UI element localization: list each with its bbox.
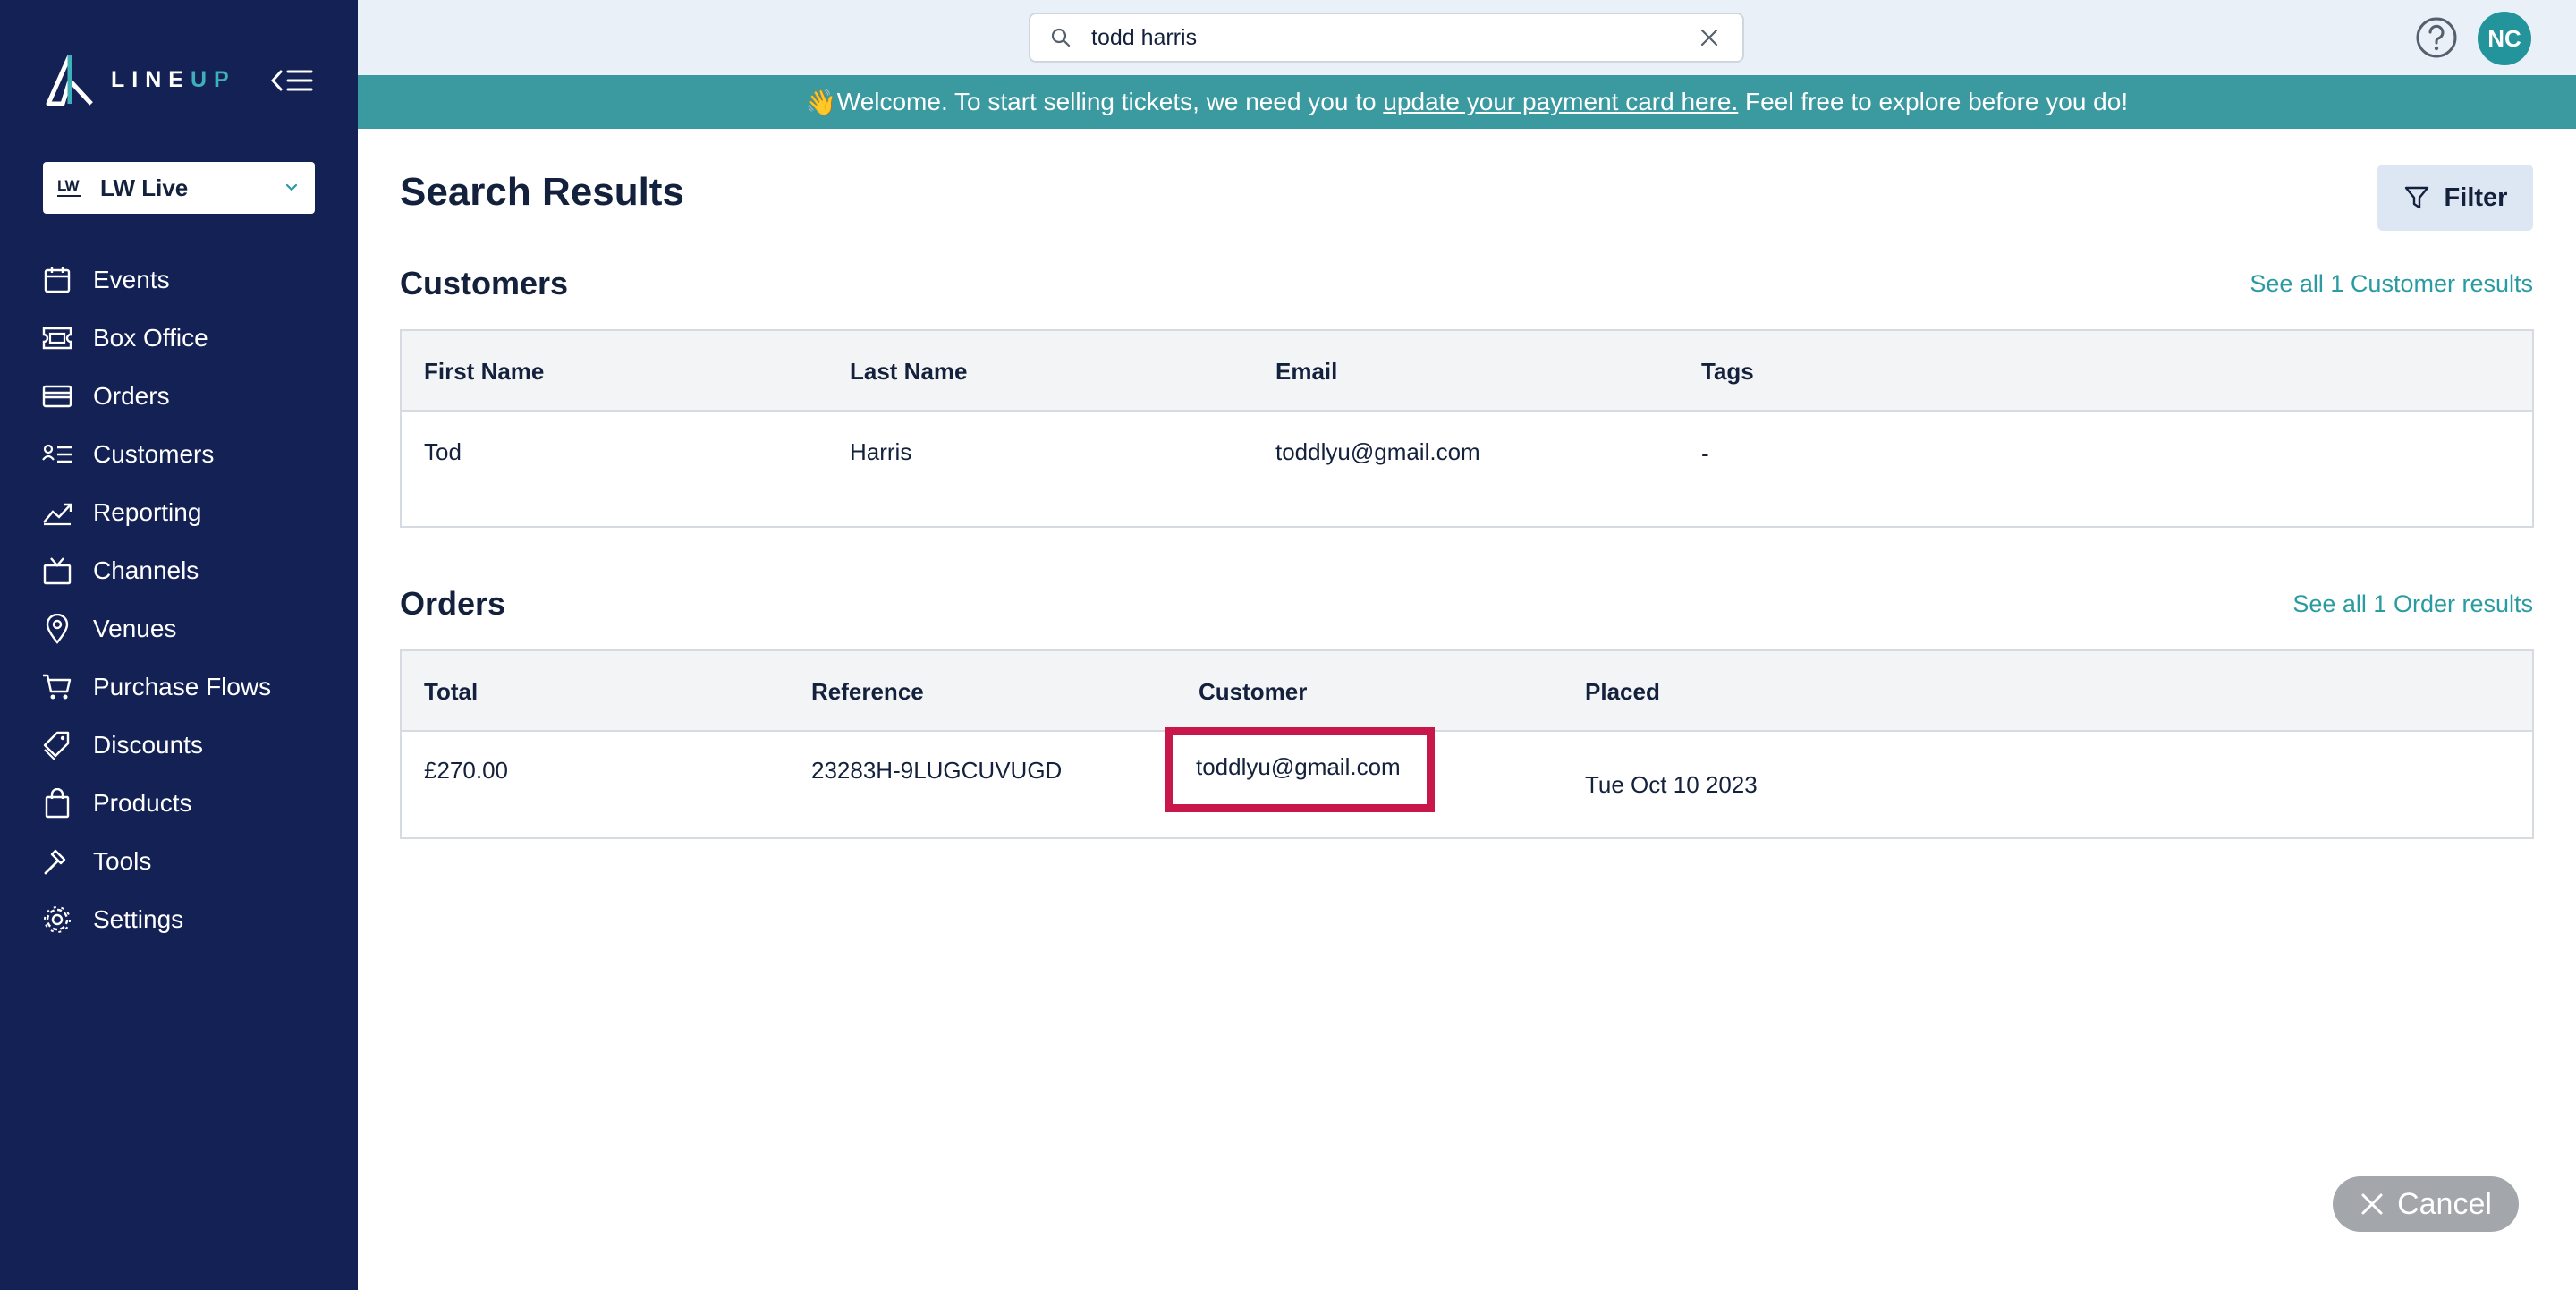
column-header[interactable]: Total (424, 651, 478, 732)
sidebar-item-settings[interactable]: Settings (0, 890, 358, 948)
sidebar-item-label: Events (93, 265, 170, 293)
org-name: LW Live (100, 174, 189, 201)
map-pin-icon (41, 613, 73, 645)
customer-tags: - (1701, 440, 1709, 467)
filter-icon (2404, 186, 2428, 209)
column-header[interactable]: First Name (424, 331, 544, 412)
welcome-banner: 👋 Welcome. To start selling tickets, we … (358, 75, 2576, 129)
help-circle-icon (2416, 17, 2457, 58)
ticket-icon (41, 322, 73, 354)
sidebar-item-tools[interactable]: Tools (0, 832, 358, 890)
clear-search-button[interactable] (1696, 24, 1723, 51)
collapse-sidebar-button[interactable] (270, 64, 315, 97)
sidebar-item-label: Products (93, 788, 192, 817)
sidebar-item-purchase-flows[interactable]: Purchase Flows (0, 658, 358, 716)
credit-card-icon (41, 380, 73, 412)
order-placed-date: Tue Oct 10 2023 (1585, 771, 1758, 798)
sidebar-item-events[interactable]: Events (0, 250, 358, 309)
customers-table: First Name Last Name Email Tags Tod Harr… (400, 329, 2534, 528)
sidebar-nav: Events Box Office Orders Customers Repor… (0, 250, 358, 948)
sidebar-item-products[interactable]: Products (0, 774, 358, 832)
column-header[interactable]: Email (1275, 331, 1337, 412)
order-customer-email[interactable]: toddlyu@gmail.com (1196, 753, 1401, 781)
close-icon (1700, 29, 1718, 47)
see-all-customers-link[interactable]: See all 1 Customer results (2250, 270, 2533, 298)
see-all-orders-link[interactable]: See all 1 Order results (2292, 590, 2533, 618)
tv-icon (41, 555, 73, 587)
filter-button[interactable]: Filter (2377, 165, 2533, 231)
help-button[interactable] (2415, 16, 2458, 59)
hammer-icon (41, 845, 73, 878)
banner-text-after: Feel free to explore before you do! (1738, 88, 2129, 115)
avatar[interactable]: NC (2478, 12, 2531, 65)
sidebar: LINEUP LW LW Live Events Box Office Orde… (0, 0, 358, 1290)
shopping-cart-icon (41, 671, 73, 703)
highlighted-customer-cell[interactable]: toddlyu@gmail.com (1165, 727, 1435, 812)
sidebar-item-label: Discounts (93, 730, 203, 759)
cancel-label: Cancel (2397, 1186, 2492, 1221)
column-header[interactable]: Customer (1199, 651, 1307, 732)
sidebar-item-label: Customers (93, 439, 215, 468)
banner-text-before: Welcome. To start selling tickets, we ne… (836, 88, 1384, 115)
sidebar-item-reporting[interactable]: Reporting (0, 483, 358, 541)
customers-list-icon (41, 438, 73, 471)
page-title: Search Results (400, 170, 684, 214)
customer-last-name: Harris (850, 438, 912, 465)
organization-select[interactable]: LW LW Live (43, 162, 315, 214)
collapse-menu-icon (270, 70, 313, 91)
column-header[interactable]: Reference (811, 651, 924, 732)
sidebar-item-venues[interactable]: Venues (0, 599, 358, 658)
wave-emoji: 👋 (805, 88, 837, 116)
cancel-button[interactable]: Cancel (2333, 1176, 2519, 1232)
customer-email: toddlyu@gmail.com (1275, 438, 1480, 465)
lineup-logo-icon (46, 54, 93, 106)
sidebar-item-orders[interactable]: Orders (0, 367, 358, 425)
top-bar: NC (358, 0, 2576, 75)
sidebar-item-label: Box Office (93, 323, 208, 352)
sidebar-item-label: Orders (93, 381, 170, 410)
close-icon (2361, 1193, 2383, 1215)
sidebar-item-channels[interactable]: Channels (0, 541, 358, 599)
logo-text: LINEUP (111, 66, 236, 92)
table-header: First Name Last Name Email Tags (402, 331, 2532, 412)
column-header[interactable]: Tags (1701, 331, 1754, 412)
order-reference: 23283H-9LUGCUVUGD (811, 757, 1063, 784)
sidebar-item-label: Tools (93, 846, 152, 875)
search-input[interactable] (1091, 24, 1696, 51)
shopping-bag-icon (41, 787, 73, 819)
calendar-icon (41, 264, 73, 296)
gear-icon (41, 904, 73, 936)
update-payment-link[interactable]: update your payment card here. (1383, 88, 1738, 116)
search-box[interactable] (1029, 13, 1744, 63)
org-logo: LW (57, 178, 84, 198)
sidebar-item-label: Purchase Flows (93, 672, 272, 700)
order-total: £270.00 (424, 757, 508, 784)
search-icon (1051, 28, 1071, 47)
table-header: Total Reference Customer Placed (402, 651, 2532, 732)
tags-icon (41, 729, 73, 761)
sidebar-item-box-office[interactable]: Box Office (0, 309, 358, 367)
customers-section-title: Customers (400, 265, 569, 301)
filter-label: Filter (2444, 182, 2508, 212)
sidebar-item-label: Channels (93, 556, 199, 584)
orders-table: Total Reference Customer Placed £270.00 … (400, 649, 2534, 839)
customer-first-name: Tod (424, 438, 462, 465)
column-header[interactable]: Placed (1585, 651, 1660, 732)
lineup-logo[interactable]: LINEUP (43, 54, 236, 106)
sidebar-item-discounts[interactable]: Discounts (0, 716, 358, 774)
column-header[interactable]: Last Name (850, 331, 968, 412)
sidebar-item-label: Reporting (93, 497, 202, 526)
sidebar-item-label: Venues (93, 614, 177, 642)
trend-chart-icon (41, 496, 73, 529)
sidebar-item-customers[interactable]: Customers (0, 425, 358, 483)
sidebar-item-label: Settings (93, 904, 184, 933)
orders-section-title: Orders (400, 585, 506, 622)
chevron-down-icon (285, 183, 298, 191)
